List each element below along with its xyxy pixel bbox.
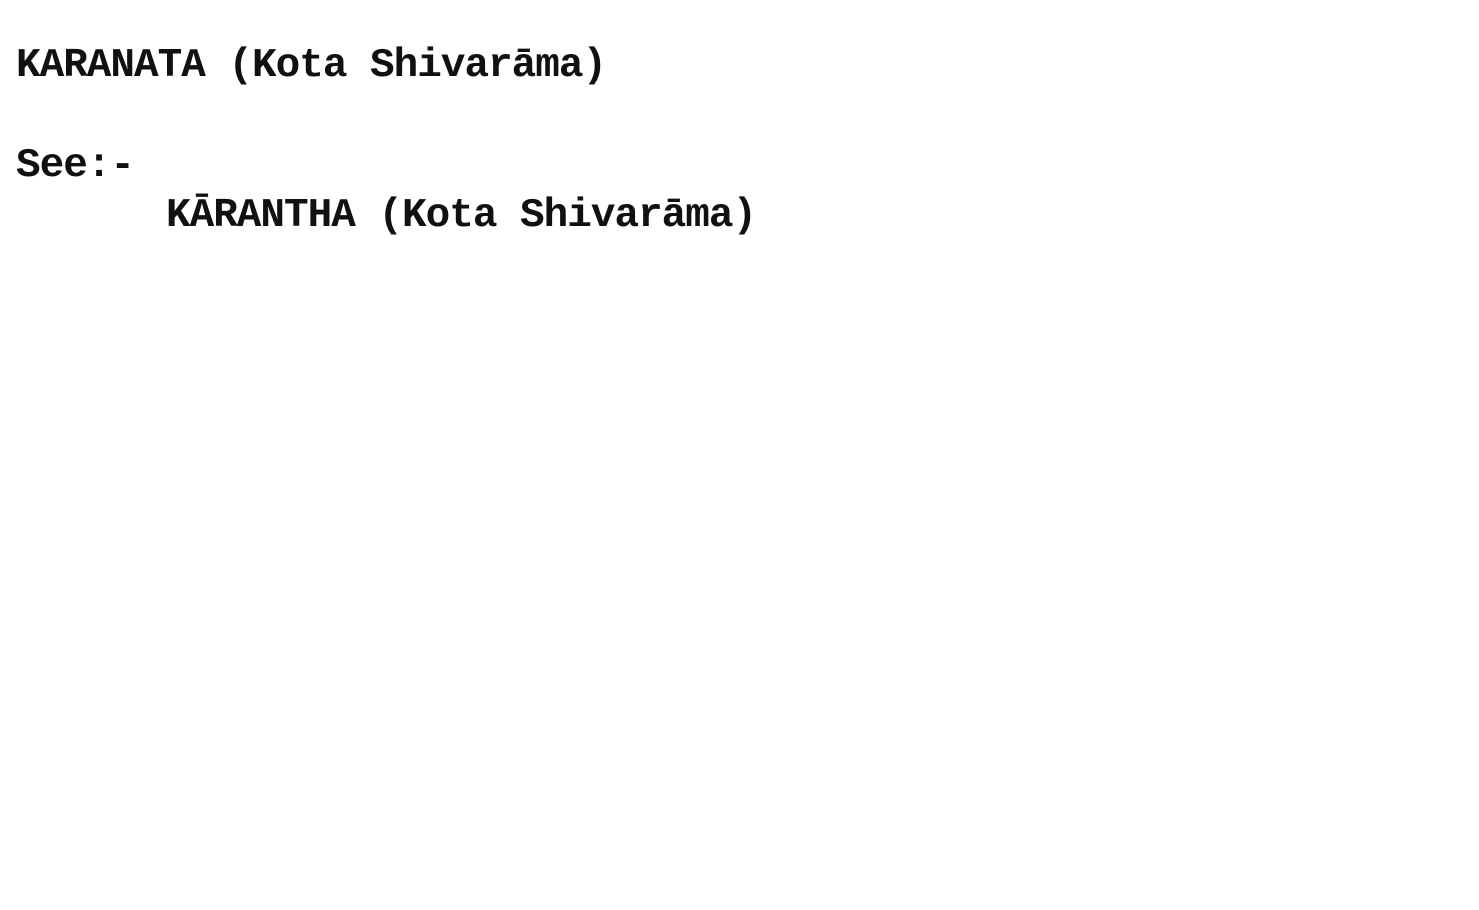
- see-label: See:-: [16, 143, 135, 189]
- see-reference: KĀRANTHA (Kota Shivarāma): [166, 193, 757, 239]
- catalog-card: KARANATA (Kota Shivarāma) See:- KĀRANTHA…: [0, 0, 1479, 910]
- card-heading: KARANATA (Kota Shivarāma): [16, 43, 607, 89]
